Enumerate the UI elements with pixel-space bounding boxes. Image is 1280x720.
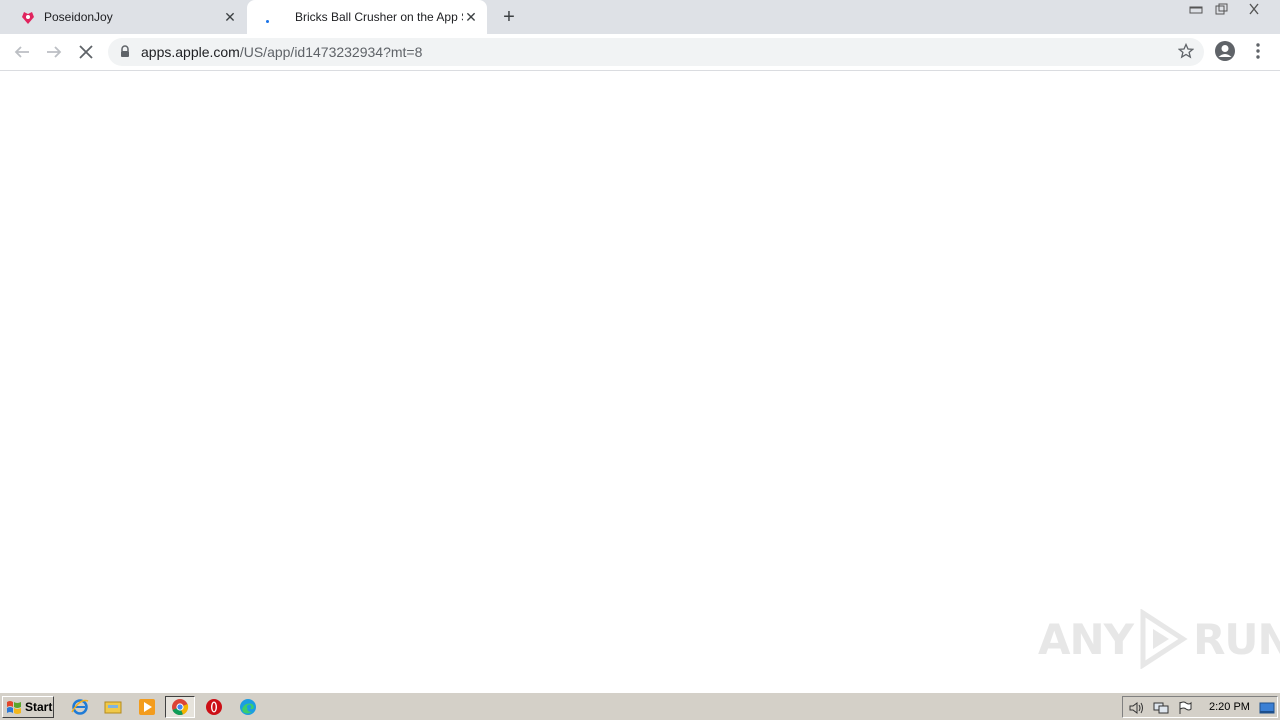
forward-arrow-icon <box>47 46 62 58</box>
taskbar-clock[interactable]: 2:20 PM <box>1209 701 1250 713</box>
kebab-menu-icon[interactable] <box>1250 40 1266 67</box>
start-label: Start <box>25 700 53 714</box>
restore-button[interactable] <box>1208 0 1234 18</box>
close-tab-icon[interactable]: ✕ <box>463 9 479 25</box>
network-icon[interactable] <box>1153 700 1169 716</box>
stop-loading-button[interactable] <box>74 40 98 64</box>
forward-button[interactable] <box>42 40 66 64</box>
poseidonjoy-logo-icon <box>20 9 36 25</box>
taskbar: Start 2:20 PM <box>0 692 1280 720</box>
close-window-button[interactable] <box>1240 0 1268 18</box>
windows-logo-icon <box>7 701 21 714</box>
back-button[interactable] <box>10 40 34 64</box>
url-text: apps.apple.com/US/app/id1473232934?mt=8 <box>141 44 422 60</box>
stop-icon <box>79 45 93 59</box>
minimize-button[interactable] <box>1183 0 1209 18</box>
start-button[interactable]: Start <box>2 696 54 718</box>
bookmark-star-icon[interactable] <box>1177 42 1195 64</box>
anyrun-watermark: ANY RUN <box>1038 608 1280 670</box>
browser-toolbar: apps.apple.com/US/app/id1473232934?mt=8 <box>0 34 1280 71</box>
tab-app-store[interactable]: Bricks Ball Crusher on the App Store ✕ <box>247 0 487 34</box>
close-tab-icon[interactable]: ✕ <box>222 9 238 25</box>
volume-icon[interactable] <box>1128 700 1144 716</box>
file-explorer-icon[interactable] <box>103 697 123 717</box>
opera-icon[interactable] <box>204 697 224 717</box>
play-logo-icon <box>1140 609 1188 669</box>
url-path: /US/app/id1473232934?mt=8 <box>239 44 423 60</box>
lock-icon <box>120 45 130 63</box>
tab-title: Bricks Ball Crusher on the App Store <box>295 10 463 24</box>
internet-explorer-icon[interactable] <box>70 697 90 717</box>
media-player-icon[interactable] <box>137 697 157 717</box>
tab-strip: PoseidonJoy ✕ Bricks Ball Crusher on the… <box>0 0 1280 34</box>
address-bar[interactable]: apps.apple.com/US/app/id1473232934?mt=8 <box>108 38 1204 66</box>
back-arrow-icon <box>14 46 29 58</box>
screen: PoseidonJoy ✕ Bricks Ball Crusher on the… <box>0 0 1280 720</box>
show-desktop-icon[interactable] <box>1259 700 1275 716</box>
new-tab-button[interactable]: + <box>499 7 519 27</box>
watermark-text-right: RUN <box>1193 614 1280 664</box>
page-content <box>0 72 1280 692</box>
tab-title: PoseidonJoy <box>44 10 113 24</box>
watermark-text-left: ANY <box>1038 614 1134 664</box>
edge-icon[interactable] <box>238 697 258 717</box>
loading-spinner-icon <box>259 9 275 25</box>
chrome-icon[interactable] <box>165 696 195 718</box>
profile-avatar-icon[interactable] <box>1214 40 1236 67</box>
action-center-flag-icon[interactable] <box>1177 700 1193 716</box>
url-host: apps.apple.com <box>141 44 240 60</box>
tab-poseidonjoy[interactable]: PoseidonJoy ✕ <box>8 0 246 34</box>
system-tray: 2:20 PM <box>1122 696 1278 718</box>
